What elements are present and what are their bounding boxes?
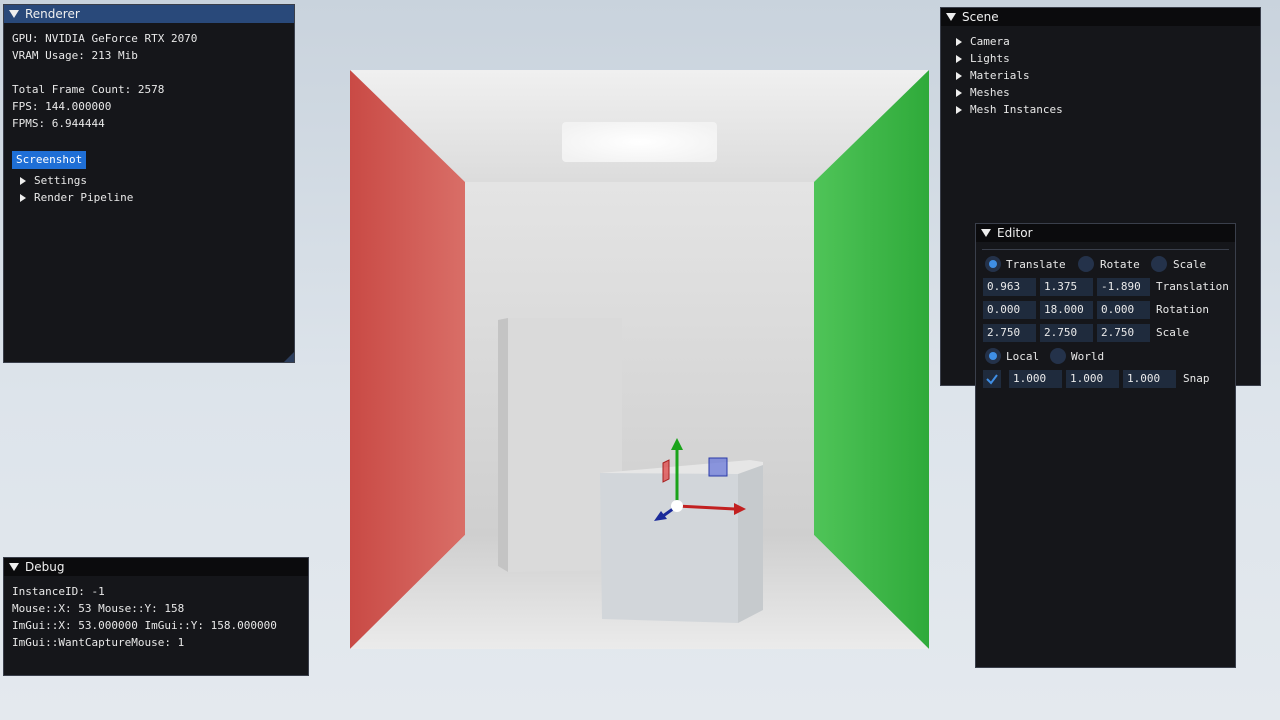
collapse-icon[interactable] [946, 13, 956, 21]
fps-text: FPS: 144.000000 [12, 100, 112, 113]
fpms-text: FPMS: 6.944444 [12, 117, 105, 130]
snap-label: Snap [1183, 372, 1210, 385]
radio-rotate-label: Rotate [1100, 258, 1140, 271]
translation-z-field[interactable]: -1.890 [1097, 278, 1150, 296]
vram-text: VRAM Usage: 213 Mib [12, 49, 138, 62]
debug-line: InstanceID: -1 [12, 585, 105, 598]
arrow-right-icon [956, 55, 962, 63]
tree-settings-label: Settings [34, 174, 87, 187]
translation-x-field[interactable]: 0.963 [983, 278, 1036, 296]
editor-titlebar[interactable]: Editor [976, 224, 1235, 242]
collapse-icon[interactable] [9, 563, 19, 571]
snap-x-field[interactable]: 1.000 [1009, 370, 1062, 388]
rotation-z-field[interactable]: 0.000 [1097, 301, 1150, 319]
scene-item-mesh-instances[interactable]: Mesh Instances [956, 103, 1063, 116]
arrow-right-icon [956, 72, 962, 80]
debug-title: Debug [25, 560, 65, 574]
radio-translate[interactable] [985, 256, 1001, 272]
scene-item-camera[interactable]: Camera [956, 35, 1010, 48]
radio-world-label: World [1071, 350, 1105, 363]
tall-block-side [498, 318, 508, 572]
render-viewport[interactable] [350, 70, 929, 649]
radio-scale-label: Scale [1173, 258, 1207, 271]
rotation-label: Rotation [1156, 303, 1209, 316]
debug-line: Mouse::X: 53 Mouse::Y: 158 [12, 602, 185, 615]
debug-titlebar[interactable]: Debug [4, 558, 308, 576]
scene-item-label: Lights [970, 52, 1010, 65]
gpu-text: GPU: NVIDIA GeForce RTX 2070 [12, 32, 198, 45]
scale-z-field[interactable]: 2.750 [1097, 324, 1150, 342]
renderer-window[interactable]: Renderer GPU: NVIDIA GeForce RTX 2070 VR… [3, 4, 295, 363]
rotation-y-field[interactable]: 18.000 [1040, 301, 1093, 319]
editor-title: Editor [997, 226, 1033, 240]
screenshot-button[interactable]: Screenshot [12, 151, 87, 169]
scene-item-label: Materials [970, 69, 1030, 82]
debug-window[interactable]: Debug InstanceID: -1 Mouse::X: 53 Mouse:… [3, 557, 309, 676]
translation-y-field[interactable]: 1.375 [1040, 278, 1093, 296]
short-block-side [738, 465, 763, 623]
scale-label: Scale [1156, 326, 1190, 339]
collapse-icon[interactable] [981, 229, 991, 237]
short-block-front [600, 473, 738, 623]
arrow-right-icon [956, 106, 962, 114]
gizmo-xy-plane[interactable] [708, 457, 728, 477]
debug-line: ImGui::WantCaptureMouse: 1 [12, 636, 185, 649]
collapse-icon[interactable] [9, 10, 19, 18]
gizmo-center[interactable] [671, 500, 683, 512]
radio-local-label: Local [1006, 350, 1040, 363]
snap-z-field[interactable]: 1.000 [1123, 370, 1176, 388]
arrow-right-icon [956, 38, 962, 46]
scene-item-label: Meshes [970, 86, 1010, 99]
scene-item-label: Camera [970, 35, 1010, 48]
snap-checkbox[interactable] [983, 370, 1001, 388]
debug-line: ImGui::X: 53.000000 ImGui::Y: 158.000000 [12, 619, 277, 632]
scale-x-field[interactable]: 2.750 [983, 324, 1036, 342]
resize-grip[interactable] [284, 352, 294, 362]
rotation-x-field[interactable]: 0.000 [983, 301, 1036, 319]
scene-item-meshes[interactable]: Meshes [956, 86, 1010, 99]
gizmo-yz-plane[interactable] [662, 459, 670, 483]
frame-count-text: Total Frame Count: 2578 [12, 83, 165, 96]
translation-label: Translation [1156, 280, 1229, 293]
scale-y-field[interactable]: 2.750 [1040, 324, 1093, 342]
separator [982, 249, 1229, 250]
renderer-title: Renderer [25, 7, 80, 21]
radio-world[interactable] [1050, 348, 1066, 364]
scene-titlebar[interactable]: Scene [941, 8, 1260, 26]
scene-item-materials[interactable]: Materials [956, 69, 1030, 82]
radio-scale[interactable] [1151, 256, 1167, 272]
radio-translate-label: Translate [1006, 258, 1066, 271]
scene-title: Scene [962, 10, 999, 24]
ceiling-light [562, 122, 717, 162]
radio-rotate[interactable] [1078, 256, 1094, 272]
tree-settings[interactable]: Settings [20, 174, 87, 187]
arrow-right-icon [20, 194, 26, 202]
tree-render-pipeline-label: Render Pipeline [34, 191, 134, 204]
arrow-right-icon [956, 89, 962, 97]
renderer-titlebar[interactable]: Renderer [4, 5, 294, 23]
arrow-right-icon [20, 177, 26, 185]
checkmark-icon [986, 374, 998, 385]
scene-item-lights[interactable]: Lights [956, 52, 1010, 65]
scene-item-label: Mesh Instances [970, 103, 1063, 116]
editor-window[interactable]: Editor Translate Rotate Scale 0.963 1.37… [975, 223, 1236, 668]
tree-render-pipeline[interactable]: Render Pipeline [20, 191, 133, 204]
snap-y-field[interactable]: 1.000 [1066, 370, 1119, 388]
radio-local[interactable] [985, 348, 1001, 364]
